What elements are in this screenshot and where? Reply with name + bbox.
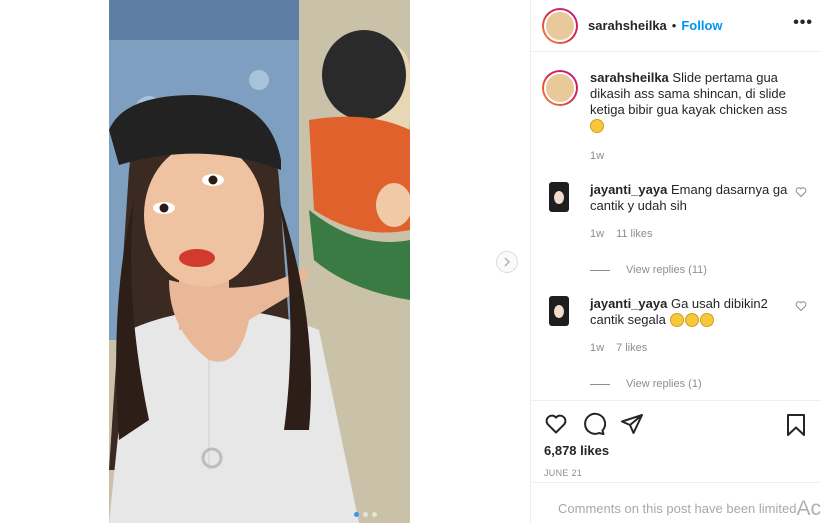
profile-avatar[interactable] — [542, 7, 578, 44]
action-bar — [544, 411, 809, 437]
media-area — [0, 0, 530, 523]
view-replies-label: View replies (1) — [626, 378, 702, 390]
carousel-dot-1 — [354, 512, 359, 517]
comment-body: jayanti_yaya Ga usah dibikin2 cantik seg… — [590, 296, 795, 356]
carousel-dot-3 — [372, 512, 377, 517]
comment-likes[interactable]: 11 likes — [616, 226, 652, 242]
activation-watermark: Ac — [796, 497, 821, 520]
view-replies-button[interactable]: View replies (1) — [590, 378, 807, 390]
avatar — [544, 9, 576, 42]
next-slide-button[interactable] — [496, 251, 518, 273]
post-date[interactable]: JUNE 21 — [544, 468, 809, 478]
follow-button[interactable]: Follow — [681, 18, 722, 33]
chevron-right-icon — [504, 257, 511, 267]
caption-username[interactable]: sarahsheilka — [590, 70, 669, 85]
comment-username[interactable]: jayanti_yaya — [590, 296, 667, 311]
comments-limited-notice: Comments on this post have been limited — [531, 482, 821, 523]
like-button[interactable] — [544, 412, 568, 436]
comment-item: jayanti_yaya Ga usah dibikin2 cantik seg… — [542, 296, 807, 356]
caption-avatar[interactable] — [542, 70, 578, 106]
comment-icon — [584, 412, 606, 435]
commenter-avatar[interactable] — [543, 182, 575, 214]
comments-section: sarahsheilka Slide pertama gua dikasih a… — [531, 52, 821, 400]
grinning-face-emoji — [699, 313, 714, 327]
selfie-image — [109, 0, 410, 523]
comment-body: jayanti_yaya Emang dasarnya ga cantik y … — [590, 182, 795, 242]
heart-outline-icon[interactable] — [795, 186, 807, 198]
commenter-avatar[interactable] — [543, 296, 575, 328]
divider-line — [590, 383, 610, 385]
comment-button[interactable] — [582, 412, 606, 436]
post-side-panel: sarahsheilka • Follow ••• sarahsheilka S… — [530, 0, 821, 523]
caption-text: sarahsheilka Slide pertama gua dikasih a… — [590, 70, 800, 134]
share-button[interactable] — [620, 412, 644, 436]
comment-meta: 1w 7 likes — [590, 340, 795, 356]
likes-count[interactable]: 6,878 likes — [544, 443, 809, 458]
post-actions: 6,878 likes JUNE 21 — [531, 400, 821, 482]
comment-item: jayanti_yaya Emang dasarnya ga cantik y … — [542, 182, 807, 242]
more-options-icon[interactable]: ••• — [793, 14, 813, 32]
post-photo[interactable] — [109, 0, 410, 523]
caption: sarahsheilka Slide pertama gua dikasih a… — [542, 70, 807, 134]
comment-meta: 1w 11 likes — [590, 226, 795, 242]
post-header: sarahsheilka • Follow ••• — [531, 0, 821, 52]
carousel-indicator — [354, 512, 377, 517]
comment-time[interactable]: 1w — [590, 340, 604, 356]
separator-dot: • — [671, 18, 677, 33]
view-replies-label: View replies (11) — [626, 264, 707, 276]
comment-likes[interactable]: 7 likes — [616, 340, 647, 356]
heart-outline-icon[interactable] — [795, 300, 807, 312]
avatar — [544, 72, 576, 104]
carousel-dot-2 — [363, 512, 368, 517]
divider-line — [590, 269, 610, 271]
caption-time[interactable]: 1w — [590, 150, 807, 162]
grinning-face-emoji — [684, 313, 699, 327]
paper-plane-icon — [621, 414, 643, 434]
comment-time[interactable]: 1w — [590, 226, 604, 242]
view-replies-button[interactable]: View replies (11) — [590, 264, 807, 276]
save-button[interactable] — [785, 413, 807, 442]
header-username[interactable]: sarahsheilka — [588, 18, 667, 33]
grinning-face-emoji — [669, 313, 684, 327]
laughing-face-emoji — [590, 119, 604, 133]
bookmark-icon — [787, 414, 805, 436]
comment-username[interactable]: jayanti_yaya — [590, 182, 667, 197]
heart-icon — [545, 414, 567, 434]
